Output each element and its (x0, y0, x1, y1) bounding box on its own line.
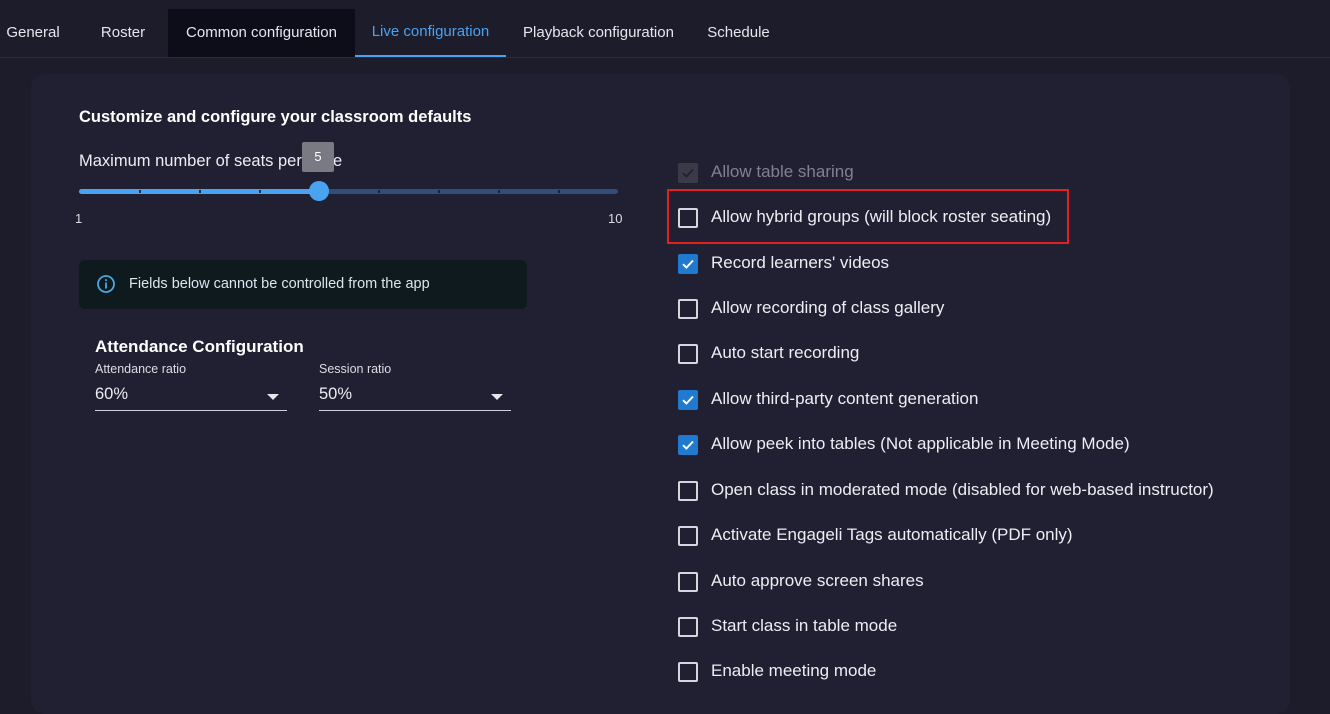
attendance-ratio-value: 60% (95, 385, 129, 403)
seats-slider[interactable] (79, 181, 618, 201)
option-label: Allow peek into tables (Not applicable i… (711, 434, 1130, 453)
option-label: Auto start recording (711, 343, 860, 362)
attendance-ratio-select[interactable]: 60% (95, 380, 287, 411)
checkbox[interactable] (678, 481, 698, 501)
tab-bar: General Roster Common configuration Live… (0, 0, 1330, 58)
slider-step-mark (138, 190, 141, 193)
checkbox[interactable] (678, 163, 698, 183)
tab-live-configuration[interactable]: Live configuration (355, 9, 506, 57)
checkbox[interactable] (678, 435, 698, 455)
option-label: Start class in table mode (711, 616, 898, 635)
caret-down-icon (267, 394, 279, 400)
option-label: Record learners' videos (711, 253, 890, 272)
option-label: Allow table sharing (711, 162, 854, 181)
info-text: Fields below cannot be controlled from t… (129, 276, 430, 292)
slider-step-mark (498, 190, 501, 193)
slider-max-label: 10 (608, 211, 623, 226)
option-label: Activate Engageli Tags automatically (PD… (711, 525, 1073, 544)
check-icon (682, 168, 694, 178)
slider-step-mark (558, 190, 561, 193)
section-title: Customize and configure your classroom d… (79, 108, 472, 126)
attendance-ratio-label: Attendance ratio (95, 362, 187, 376)
tab-common-configuration[interactable]: Common configuration (168, 9, 355, 57)
option-label: Open class in moderated mode (disabled f… (711, 480, 1214, 499)
slider-step-mark (438, 190, 441, 193)
option-label: Auto approve screen shares (711, 571, 924, 590)
check-icon (682, 440, 694, 450)
checkbox[interactable] (678, 254, 698, 274)
option-label: Enable meeting mode (711, 661, 877, 680)
slider-thumb[interactable] (308, 181, 329, 201)
slider-step-mark (258, 190, 261, 193)
info-circle-icon (97, 275, 115, 293)
tab-playback-configuration[interactable]: Playback configuration (506, 9, 691, 57)
checkbox[interactable] (678, 572, 698, 592)
slider-step-mark (378, 190, 381, 193)
checkbox[interactable] (678, 390, 698, 410)
tab-roster[interactable]: Roster (88, 9, 158, 57)
check-icon (682, 259, 694, 269)
slider-step-mark (198, 190, 201, 193)
attendance-title: Attendance Configuration (95, 337, 304, 356)
tab-general[interactable]: General (0, 9, 66, 57)
check-icon (682, 395, 694, 405)
slider-value-tooltip: 5 (302, 142, 334, 172)
option-label: Allow recording of class gallery (711, 298, 945, 317)
slider-min-label: 1 (75, 211, 83, 226)
checkbox[interactable] (678, 662, 698, 682)
option-label: Allow third-party content generation (711, 389, 979, 408)
tab-schedule[interactable]: Schedule (691, 9, 786, 57)
checkbox[interactable] (678, 617, 698, 637)
checkbox[interactable] (678, 299, 698, 319)
session-ratio-label: Session ratio (319, 362, 392, 376)
caret-down-icon (491, 394, 503, 400)
highlight-box (667, 189, 1069, 244)
session-ratio-value: 50% (319, 385, 353, 403)
checkbox[interactable] (678, 526, 698, 546)
checkbox[interactable] (678, 344, 698, 364)
info-banner: Fields below cannot be controlled from t… (79, 260, 527, 309)
session-ratio-select[interactable]: 50% (319, 380, 511, 411)
